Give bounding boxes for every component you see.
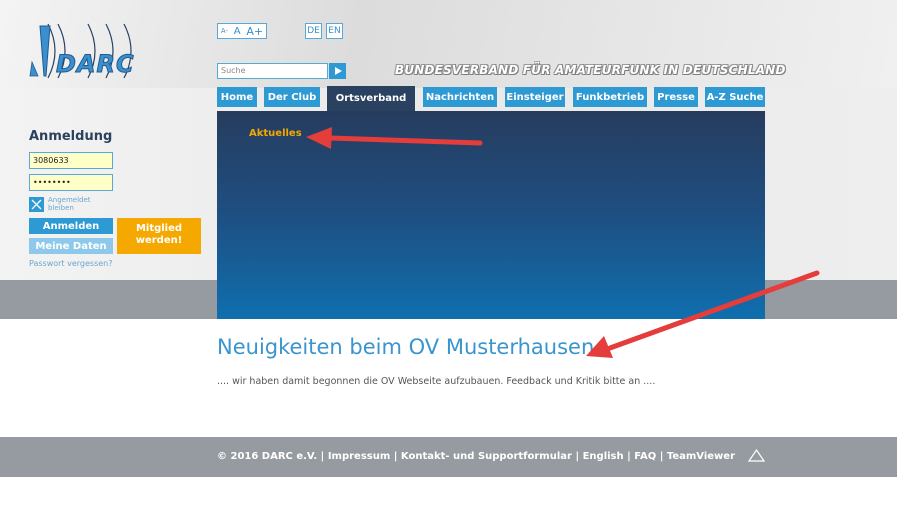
nav-a-z-suche[interactable]: A-Z Suche bbox=[705, 87, 765, 107]
page-title: Neuigkeiten beim OV Musterhausen bbox=[217, 335, 595, 359]
lang-en-button[interactable]: EN bbox=[326, 23, 343, 39]
nav-nachrichten[interactable]: Nachrichten bbox=[423, 87, 497, 107]
lang-de-button[interactable]: DE bbox=[305, 23, 322, 39]
play-arrow-icon bbox=[334, 67, 342, 75]
font-size-switcher: A- A A+ bbox=[217, 23, 267, 39]
logo-text[interactable]: DARC bbox=[56, 50, 135, 79]
nav-einsteiger[interactable]: Einsteiger bbox=[505, 87, 565, 107]
footer-link-english[interactable]: English bbox=[583, 451, 624, 462]
remember-label: Angemeldet bleiben bbox=[48, 196, 91, 212]
login-button[interactable]: Anmelden bbox=[29, 218, 113, 234]
nav-funkbetrieb[interactable]: Funkbetrieb bbox=[573, 87, 647, 107]
nav-der-club[interactable]: Der Club bbox=[264, 87, 320, 107]
scroll-to-top-icon[interactable] bbox=[748, 449, 765, 462]
search-button[interactable] bbox=[329, 63, 346, 79]
my-data-button[interactable]: Meine Daten bbox=[29, 238, 113, 254]
hero-panel bbox=[217, 111, 765, 319]
footer-links: © 2016 DARC e.V. | Impressum | Kontakt- … bbox=[217, 451, 735, 462]
forgot-password-link[interactable]: Passwort vergessen? bbox=[29, 259, 113, 268]
font-larger-button[interactable]: A+ bbox=[246, 25, 263, 38]
password-field[interactable]: •••••••• bbox=[29, 174, 113, 191]
copyright: © 2016 DARC e.V. bbox=[217, 451, 318, 462]
font-normal-button[interactable]: A bbox=[234, 26, 241, 37]
slogan: BUNDESVERBAND FÜR AMATEURFUNK IN DEUTSCH… bbox=[395, 63, 786, 77]
font-smaller-button[interactable]: A- bbox=[221, 27, 228, 35]
search-input[interactable]: Suche bbox=[217, 63, 328, 79]
nav-ortsverband[interactable]: Ortsverband bbox=[327, 86, 415, 111]
become-member-button[interactable]: Mitglied werden! bbox=[117, 218, 201, 254]
intro-text: .... wir haben damit begonnen die OV Web… bbox=[217, 376, 656, 387]
nav-home[interactable]: Home bbox=[217, 87, 257, 107]
submenu-aktuelles-link[interactable]: Aktuelles bbox=[249, 128, 302, 139]
login-title: Anmeldung bbox=[29, 129, 113, 144]
nav-presse[interactable]: Presse bbox=[654, 87, 698, 107]
footer-link-kontakt[interactable]: Kontakt- und Supportformular bbox=[401, 451, 572, 462]
footer-link-teamviewer[interactable]: TeamViewer bbox=[667, 451, 735, 462]
remember-checkbox[interactable] bbox=[29, 197, 44, 212]
footer-link-impressum[interactable]: Impressum bbox=[328, 451, 390, 462]
footer-link-faq[interactable]: FAQ bbox=[634, 451, 656, 462]
username-field[interactable]: 3080633 bbox=[29, 152, 113, 169]
checkbox-x-icon bbox=[31, 199, 42, 210]
